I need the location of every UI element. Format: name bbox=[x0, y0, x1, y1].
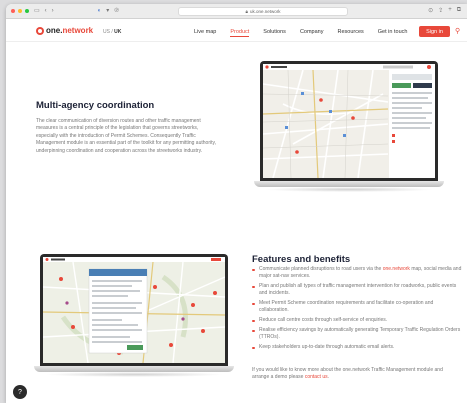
window-controls bbox=[11, 9, 29, 13]
laptop-screenshot-map bbox=[254, 61, 444, 197]
region-us-link[interactable]: US bbox=[103, 29, 110, 35]
region-switcher: US / UK bbox=[103, 29, 121, 35]
minimize-window-button[interactable] bbox=[18, 9, 22, 13]
feature-item: Reduce call centre costs through self-se… bbox=[252, 317, 462, 324]
feature-item: Keep stakeholders up-to-date through aut… bbox=[252, 344, 462, 351]
feature-text: Plan and publish all types of traffic ma… bbox=[259, 283, 457, 296]
region-separator: / bbox=[111, 29, 113, 35]
contact-us-link[interactable]: contact us bbox=[305, 374, 328, 380]
share-icon[interactable]: ⇪ bbox=[438, 7, 443, 14]
contact-paragraph: If you would like to know more about the… bbox=[252, 367, 460, 381]
nav-resources[interactable]: Resources bbox=[337, 29, 363, 37]
feature-text: Realise efficiency savings by automatica… bbox=[259, 327, 461, 340]
extension-icon[interactable]: ▾ bbox=[106, 8, 109, 14]
nav-product[interactable]: Product bbox=[230, 29, 250, 37]
shield-icon[interactable]: ◐ bbox=[98, 8, 102, 14]
main-nav: Live map Product Solutions Company Resou… bbox=[194, 29, 421, 37]
logo-text-prefix: one. bbox=[46, 26, 63, 35]
url-text: uk.one.network bbox=[249, 9, 281, 14]
feature-text: Reduce call centre costs through self-se… bbox=[259, 317, 388, 323]
chevron-right-icon[interactable]: › bbox=[52, 8, 54, 14]
nav-live-map[interactable]: Live map bbox=[194, 29, 216, 37]
contact-text-end: . bbox=[327, 374, 329, 380]
nav-get-in-touch[interactable]: Get in touch bbox=[378, 29, 408, 37]
traffic-map-image bbox=[43, 257, 225, 363]
section-title-features: Features and benefits bbox=[252, 254, 351, 265]
section-body-coordination: The clear communication of diversion rou… bbox=[36, 118, 217, 154]
browser-window: ▭ ‹ › ◐ ▾ ℗ 🔒︎ uk.one.network ⊙ ⇪ + ⧉ on… bbox=[6, 4, 467, 403]
region-uk-link[interactable]: UK bbox=[114, 29, 121, 35]
help-icon[interactable]: ? bbox=[13, 385, 27, 399]
logo-icon bbox=[36, 26, 44, 35]
one-network-link[interactable]: one.network bbox=[383, 266, 410, 272]
new-tab-icon[interactable]: + bbox=[448, 7, 452, 14]
maximize-window-button[interactable] bbox=[25, 9, 29, 13]
section-title-coordination: Multi-agency coordination bbox=[36, 100, 155, 111]
site-header: one. network US / UK Live map Product Sol… bbox=[6, 19, 467, 42]
tabs-overview-icon[interactable]: ⧉ bbox=[457, 7, 461, 14]
feature-text: Communicate planned disruptions to road … bbox=[259, 266, 383, 272]
site-logo[interactable]: one. network bbox=[36, 26, 93, 35]
chevron-left-icon[interactable]: ‹ bbox=[45, 8, 47, 14]
feature-item: Plan and publish all types of traffic ma… bbox=[252, 283, 462, 297]
street-map-image bbox=[263, 64, 435, 178]
feature-text: Keep stakeholders up-to-date through aut… bbox=[259, 344, 395, 350]
nav-solutions[interactable]: Solutions bbox=[263, 29, 286, 37]
dashboard-screen bbox=[43, 257, 225, 363]
search-icon[interactable]: ⚲ bbox=[455, 27, 460, 35]
download-icon[interactable]: ⊙ bbox=[428, 7, 433, 14]
reader-icon[interactable]: ℗ bbox=[114, 8, 118, 14]
nav-company[interactable]: Company bbox=[300, 29, 324, 37]
logo-text-suffix: network bbox=[62, 26, 94, 35]
address-bar[interactable]: 🔒︎ uk.one.network bbox=[178, 7, 348, 16]
sidebar-toggle-icon[interactable]: ▭ bbox=[34, 8, 40, 14]
feature-item: Realise efficiency savings by automatica… bbox=[252, 327, 462, 341]
browser-toolbar: ▭ ‹ › ◐ ▾ ℗ 🔒︎ uk.one.network ⊙ ⇪ + ⧉ bbox=[6, 4, 467, 19]
sign-in-button[interactable]: Sign in bbox=[419, 26, 450, 37]
map-screen bbox=[263, 64, 435, 178]
feature-item: Meet Permit Scheme coordination requirem… bbox=[252, 300, 462, 314]
features-list: Communicate planned disruptions to road … bbox=[252, 266, 462, 354]
laptop-screenshot-dashboard bbox=[34, 254, 234, 380]
contact-text: If you would like to know more about the… bbox=[252, 367, 443, 380]
feature-text: Meet Permit Scheme coordination requirem… bbox=[259, 300, 434, 313]
close-window-button[interactable] bbox=[11, 9, 15, 13]
lock-icon: 🔒︎ bbox=[245, 9, 248, 14]
feature-item: Communicate planned disruptions to road … bbox=[252, 266, 462, 280]
